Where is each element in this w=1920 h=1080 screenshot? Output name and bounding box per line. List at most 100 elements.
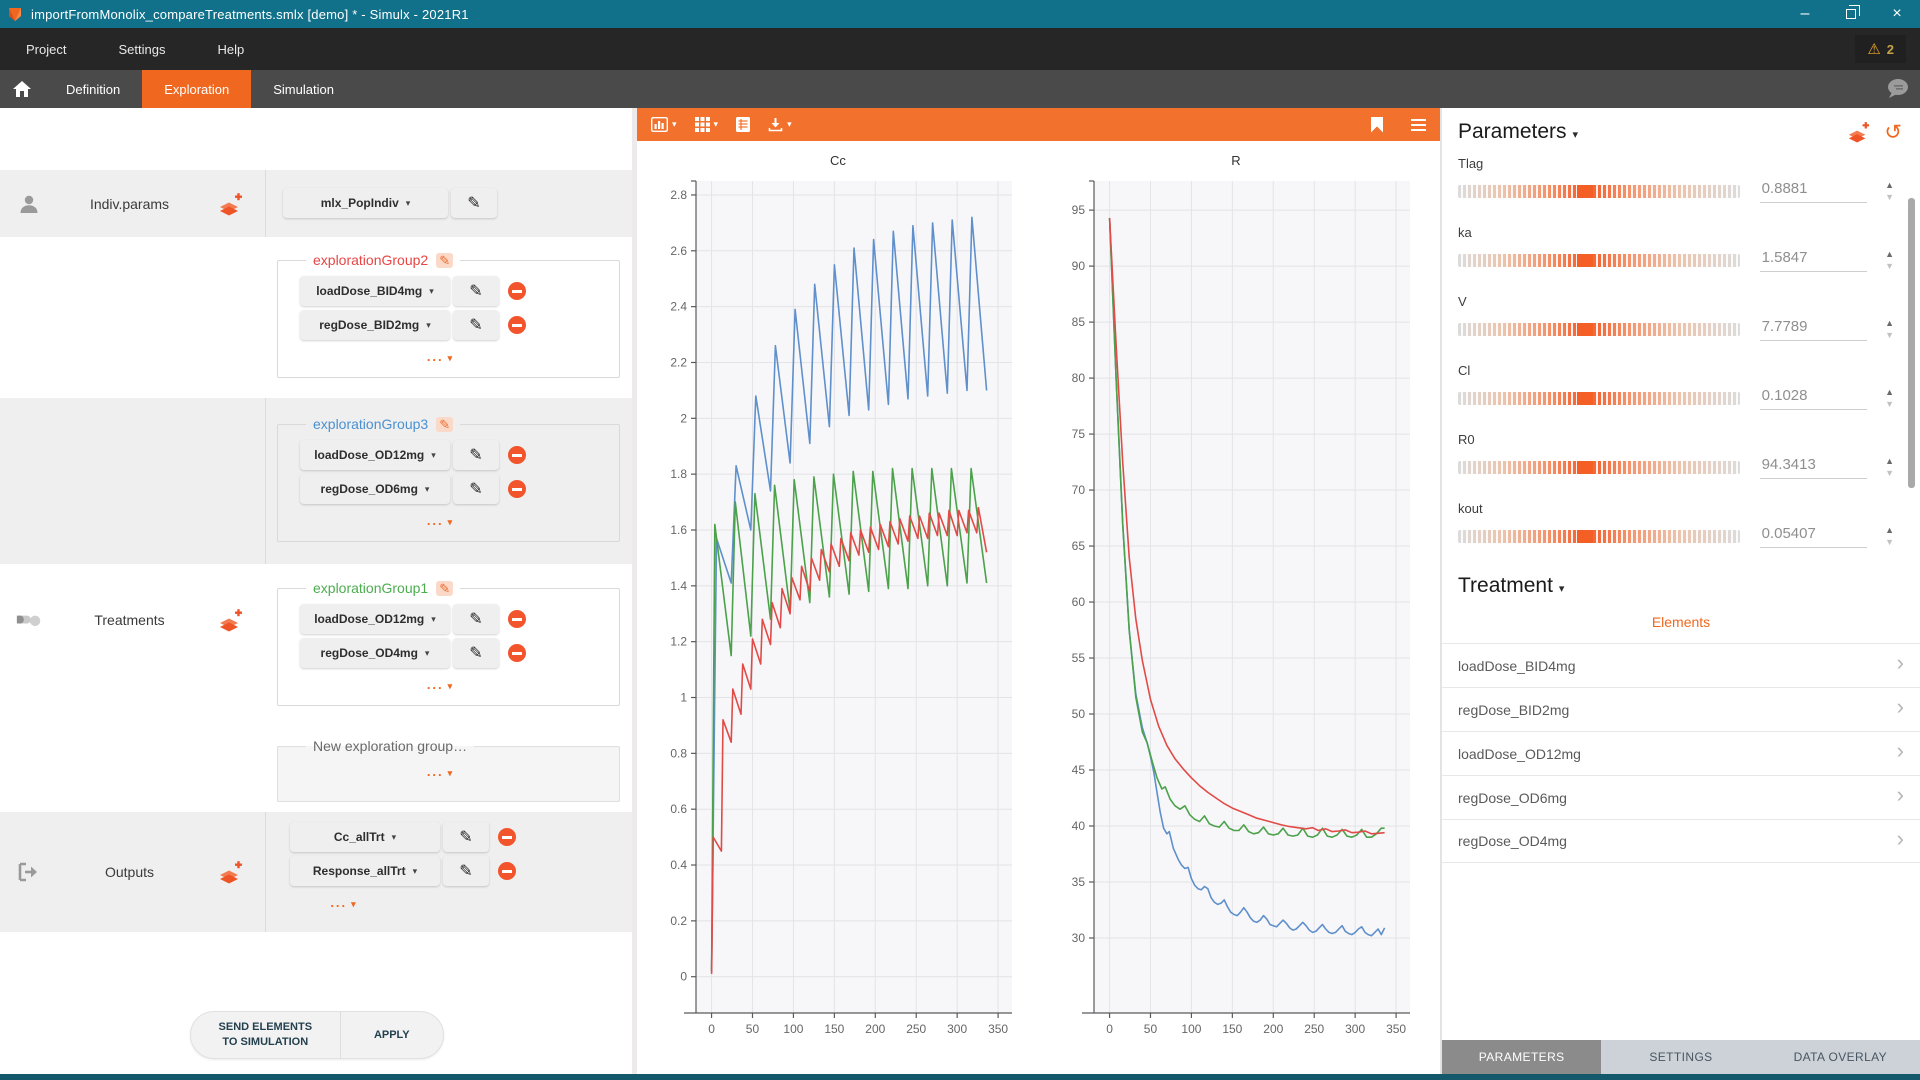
remove-dose-button[interactable] [508, 282, 526, 300]
r0-value-field[interactable]: 94.3413 [1760, 456, 1867, 479]
close-button[interactable]: × [1874, 0, 1920, 28]
reset-parameters-icon[interactable]: ↺ [1884, 122, 1902, 143]
element-loaddose-od12mg[interactable]: loadDose_OD12mg › [1442, 731, 1920, 775]
edit-dose-button[interactable]: ✎ [453, 638, 499, 668]
tab-parameters[interactable]: PARAMETERS [1442, 1040, 1601, 1074]
edit-dose-button[interactable]: ✎ [453, 474, 499, 504]
increment-button[interactable]: ▲ [1885, 252, 1894, 257]
element-loaddose-bid4mg[interactable]: loadDose_BID4mg › [1442, 643, 1920, 687]
increment-button[interactable]: ▲ [1885, 321, 1894, 326]
tab-settings[interactable]: SETTINGS [1601, 1040, 1760, 1074]
tlag-value-field[interactable]: 0.8881 [1760, 180, 1867, 203]
outputs-more-button[interactable]: ...▾ [290, 895, 396, 910]
output-dropdown[interactable]: Response_allTrt ▾ [290, 856, 440, 886]
table-view-button[interactable] [736, 117, 750, 132]
decrement-button[interactable]: ▼ [1885, 402, 1894, 407]
minimize-button[interactable]: – [1782, 0, 1828, 28]
add-parameter-element-icon[interactable] [1846, 121, 1870, 143]
chart-r-plot[interactable]: 3035404550556065707580859095050100150200… [1037, 173, 1417, 1061]
apply-button[interactable]: APPLY [341, 1012, 443, 1058]
slider-handle[interactable] [1577, 392, 1593, 405]
slider-handle[interactable] [1577, 323, 1593, 336]
send-to-simulation-button[interactable]: SEND ELEMENTSTO SIMULATION [191, 1012, 341, 1058]
slider-handle[interactable] [1577, 530, 1593, 543]
menu-settings[interactable]: Settings [92, 28, 191, 70]
edit-dose-button[interactable]: ✎ [453, 276, 499, 306]
edit-output-button[interactable]: ✎ [443, 856, 489, 886]
parameters-section-header[interactable]: Parameters▾ [1458, 120, 1578, 144]
rename-group-icon[interactable]: ✎ [436, 253, 453, 268]
menu-project[interactable]: Project [0, 28, 92, 70]
remove-dose-button[interactable] [508, 446, 526, 464]
dose-dropdown[interactable]: regDose_OD4mg ▾ [300, 638, 450, 668]
edit-dose-button[interactable]: ✎ [453, 440, 499, 470]
plot-type-button[interactable]: ▾ [651, 117, 677, 132]
decrement-button[interactable]: ▼ [1885, 195, 1894, 200]
slider-handle[interactable] [1577, 461, 1593, 474]
edit-dose-button[interactable]: ✎ [453, 604, 499, 634]
slider-handle[interactable] [1577, 254, 1593, 267]
r0-slider[interactable] [1458, 461, 1740, 474]
decrement-button[interactable]: ▼ [1885, 264, 1894, 269]
output-dropdown[interactable]: Cc_allTrt ▾ [290, 822, 440, 852]
tab-definition[interactable]: Definition [44, 70, 142, 108]
kout-slider[interactable] [1458, 530, 1740, 543]
bookmark-icon[interactable] [1371, 117, 1383, 133]
increment-button[interactable]: ▲ [1885, 183, 1894, 188]
group-more-button[interactable]: ...▾ [300, 349, 579, 364]
export-button[interactable]: ▾ [768, 117, 792, 132]
increment-button[interactable]: ▲ [1885, 390, 1894, 395]
tab-data-overlay[interactable]: DATA OVERLAY [1761, 1040, 1920, 1074]
element-regdose-bid2mg[interactable]: regDose_BID2mg › [1442, 687, 1920, 731]
decrement-button[interactable]: ▼ [1885, 333, 1894, 338]
add-treatment-icon[interactable] [217, 608, 243, 632]
dose-dropdown[interactable]: regDose_OD6mg ▾ [300, 474, 450, 504]
element-regdose-od4mg[interactable]: regDose_OD4mg › [1442, 819, 1920, 863]
feedback-button[interactable] [1884, 70, 1910, 108]
group-more-button[interactable]: ...▾ [300, 677, 579, 692]
remove-dose-button[interactable] [508, 316, 526, 334]
add-output-icon[interactable] [217, 860, 243, 884]
tab-simulation[interactable]: Simulation [251, 70, 356, 108]
increment-button[interactable]: ▲ [1885, 459, 1894, 464]
rename-group-icon[interactable]: ✎ [436, 417, 453, 432]
menu-help[interactable]: Help [191, 28, 270, 70]
remove-dose-button[interactable] [508, 480, 526, 498]
home-button[interactable] [0, 70, 44, 108]
remove-dose-button[interactable] [508, 644, 526, 662]
add-indiv-param-icon[interactable] [217, 192, 243, 216]
v-value-field[interactable]: 7.7789 [1760, 318, 1867, 341]
new-group-more-button[interactable]: ...▾ [300, 764, 579, 779]
decrement-button[interactable]: ▼ [1885, 540, 1894, 545]
increment-button[interactable]: ▲ [1885, 528, 1894, 533]
ka-slider[interactable] [1458, 254, 1740, 267]
dose-dropdown[interactable]: loadDose_OD12mg ▾ [300, 604, 450, 634]
edit-output-button[interactable]: ✎ [443, 822, 489, 852]
element-regdose-od6mg[interactable]: regDose_OD6mg › [1442, 775, 1920, 819]
slider-handle[interactable] [1577, 185, 1593, 198]
plot-menu-icon[interactable] [1411, 116, 1426, 134]
rename-group-icon[interactable]: ✎ [436, 581, 453, 596]
cl-slider[interactable] [1458, 392, 1740, 405]
dose-dropdown[interactable]: loadDose_BID4mg ▾ [300, 276, 450, 306]
tab-exploration[interactable]: Exploration [142, 70, 251, 108]
restore-button[interactable] [1828, 0, 1874, 28]
remove-output-button[interactable] [498, 828, 516, 846]
remove-dose-button[interactable] [508, 610, 526, 628]
kout-value-field[interactable]: 0.05407 [1760, 525, 1867, 548]
parameters-scrollbar[interactable] [1908, 198, 1915, 488]
dose-dropdown[interactable]: regDose_BID2mg ▾ [300, 310, 450, 340]
decrement-button[interactable]: ▼ [1885, 471, 1894, 476]
v-slider[interactable] [1458, 323, 1740, 336]
remove-output-button[interactable] [498, 862, 516, 880]
edit-indiv-param-button[interactable]: ✎ [451, 188, 497, 218]
dose-dropdown[interactable]: loadDose_OD12mg ▾ [300, 440, 450, 470]
warnings-indicator[interactable]: ⚠ 2 [1855, 35, 1906, 63]
chart-cc-plot[interactable]: 00.20.40.60.811.21.41.61.822.22.42.62.80… [639, 173, 1019, 1061]
tlag-slider[interactable] [1458, 185, 1740, 198]
edit-dose-button[interactable]: ✎ [453, 310, 499, 340]
ka-value-field[interactable]: 1.5847 [1760, 249, 1867, 272]
cl-value-field[interactable]: 0.1028 [1760, 387, 1867, 410]
layout-button[interactable]: ▾ [695, 117, 719, 132]
group-more-button[interactable]: ...▾ [300, 513, 579, 528]
